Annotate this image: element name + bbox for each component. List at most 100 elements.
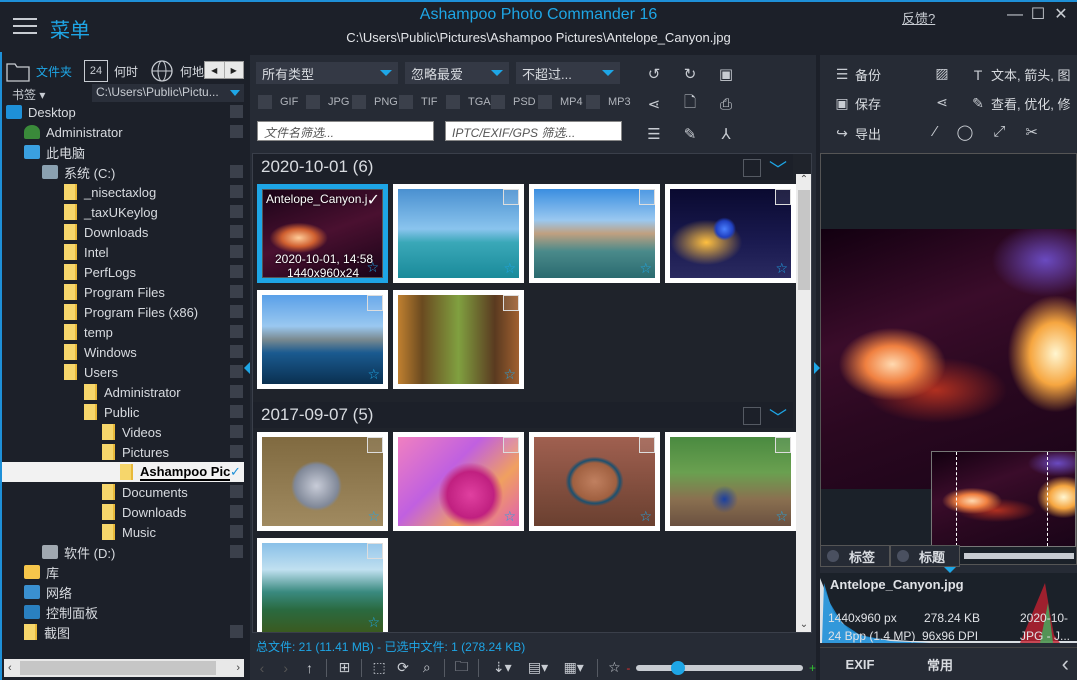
- edit-icon[interactable]: ✎: [679, 123, 701, 145]
- feedback-link[interactable]: 反馈?: [902, 8, 935, 27]
- magic-wand-icon[interactable]: ⁄: [934, 123, 937, 141]
- thumbnail-item[interactable]: ☆: [257, 290, 388, 389]
- rotate-right-icon[interactable]: ↻: [679, 63, 701, 85]
- tree-item[interactable]: Downloads: [2, 222, 244, 242]
- zoom-plus-button[interactable]: +: [809, 661, 816, 675]
- sort-dropdown-icon[interactable]: ⇣▾: [484, 659, 520, 676]
- thumbnail-checkbox[interactable]: [639, 437, 655, 453]
- scroll-left-icon[interactable]: ‹: [8, 662, 12, 674]
- star-icon[interactable]: ☆: [367, 508, 380, 525]
- bookmarks-dropdown[interactable]: 书签 ▾: [12, 86, 45, 103]
- collapse-group-icon[interactable]: ﹀: [769, 156, 787, 182]
- checkbox[interactable]: [586, 95, 600, 109]
- share-icon[interactable]: ⋖: [643, 93, 665, 115]
- tree-item[interactable]: _nisectaxlog: [2, 182, 244, 202]
- tree-item-checkbox[interactable]: [230, 425, 243, 438]
- path-combo[interactable]: C:\Users\Public\Pictu...: [92, 84, 244, 102]
- tree-item[interactable]: 此电脑: [2, 142, 244, 162]
- tree-item[interactable]: Ashampoo Pic ✓: [2, 462, 244, 482]
- tree-item[interactable]: 网络: [2, 582, 244, 602]
- checkbox[interactable]: [491, 95, 505, 109]
- pdf-icon[interactable]: ⅄: [715, 123, 737, 145]
- star-icon[interactable]: ☆: [503, 508, 516, 525]
- up-icon[interactable]: ↑: [298, 660, 322, 676]
- tree-item-checkbox[interactable]: ✓: [230, 465, 243, 478]
- tab-folders[interactable]: 文件夹: [6, 58, 72, 84]
- type-filter-mp4[interactable]: MP4: [538, 95, 583, 109]
- metadata-filter-input[interactable]: IPTC/EXIF/GPS 筛选...: [445, 121, 622, 141]
- new-folder-icon[interactable]: 🗀: [450, 656, 474, 680]
- image-preview[interactable]: [820, 153, 1077, 565]
- view-mode-dropdown-icon[interactable]: ▤▾: [520, 659, 556, 676]
- star-icon[interactable]: ☆: [639, 508, 652, 525]
- checkbox[interactable]: [399, 95, 413, 109]
- tree-item[interactable]: _taxUKeylog: [2, 202, 244, 222]
- scroll-right-icon[interactable]: ›: [236, 662, 240, 674]
- tree-item-checkbox[interactable]: [230, 185, 243, 198]
- checkbox[interactable]: [352, 95, 366, 109]
- tree-item-checkbox[interactable]: [230, 165, 243, 178]
- type-filter-mp3[interactable]: MP3: [586, 95, 631, 109]
- tree-item-checkbox[interactable]: [230, 505, 243, 518]
- tree-item-checkbox[interactable]: [230, 545, 243, 558]
- star-icon[interactable]: ☆: [367, 366, 380, 383]
- type-filter-gif[interactable]: GIF: [258, 95, 298, 109]
- type-filter-jpg[interactable]: JPG: [306, 95, 349, 109]
- tree-horizontal-scrollbar[interactable]: ‹ ›: [4, 659, 244, 677]
- backup-button[interactable]: ☰ 备份: [834, 65, 881, 84]
- tab-title[interactable]: 标题: [890, 545, 960, 567]
- limit-select[interactable]: 不超过...: [516, 62, 620, 84]
- tree-item-checkbox[interactable]: [230, 325, 243, 338]
- thumbnail-item[interactable]: ☆: [529, 184, 660, 283]
- thumbnail-item[interactable]: ☆: [257, 538, 388, 632]
- thumbnail-item[interactable]: ☆: [257, 432, 388, 531]
- tree-item-checkbox[interactable]: [230, 345, 243, 358]
- tree-item-checkbox[interactable]: [230, 485, 243, 498]
- refresh-icon[interactable]: ⟳: [391, 659, 415, 676]
- tree-item[interactable]: Administrator: [2, 382, 244, 402]
- thumbnail-size-slider[interactable]: [636, 660, 803, 675]
- tree-item-checkbox[interactable]: [230, 405, 243, 418]
- star-icon[interactable]: ☆: [367, 614, 380, 631]
- tab-common[interactable]: 常用: [900, 655, 980, 674]
- tab-tags[interactable]: 标签: [820, 545, 890, 567]
- tree-item[interactable]: Pictures: [2, 442, 244, 462]
- scissors-icon[interactable]: ✂: [1025, 123, 1038, 141]
- slider-knob[interactable]: [671, 660, 686, 675]
- checkbox[interactable]: [258, 95, 272, 109]
- star-icon[interactable]: ☆: [503, 260, 516, 277]
- scroll-right-button[interactable]: ▶: [225, 62, 244, 78]
- tree-item[interactable]: Documents: [2, 482, 244, 502]
- thumbnail-checkbox[interactable]: [367, 543, 383, 559]
- tree-item[interactable]: 系统 (C:): [2, 162, 244, 182]
- save-button[interactable]: ▣ 保存: [834, 94, 881, 113]
- tree-item-checkbox[interactable]: [230, 285, 243, 298]
- tree-item[interactable]: Music: [2, 522, 244, 542]
- tree-item-checkbox[interactable]: [230, 225, 243, 238]
- tree-item[interactable]: 截图: [2, 622, 244, 642]
- star-icon[interactable]: ☆: [639, 260, 652, 277]
- print-icon[interactable]: ⎙: [715, 93, 737, 115]
- tree-item-checkbox[interactable]: [230, 365, 243, 378]
- image-edit-button[interactable]: ▨: [934, 65, 950, 82]
- thumbnail-item[interactable]: ☆: [665, 184, 796, 283]
- minimize-button[interactable]: —: [1005, 6, 1025, 24]
- search-icon[interactable]: ⌕: [415, 659, 439, 676]
- tree-item[interactable]: Program Files: [2, 282, 244, 302]
- type-filter-tif[interactable]: TIF: [399, 95, 438, 109]
- thumbnail-checkbox[interactable]: [503, 295, 519, 311]
- filename-filter-input[interactable]: 文件名筛选...: [257, 121, 434, 141]
- zoom-minus-button[interactable]: -: [626, 661, 630, 675]
- text-arrows-button[interactable]: T 文本, 箭头, 图: [970, 65, 1071, 84]
- tree-item-checkbox[interactable]: [230, 625, 243, 638]
- inbox-icon[interactable]: ☰: [643, 123, 665, 145]
- grid-dropdown-icon[interactable]: ▦▾: [556, 659, 592, 676]
- tree-item-checkbox[interactable]: [230, 385, 243, 398]
- close-button[interactable]: ✕: [1051, 6, 1071, 24]
- rotate-left-icon[interactable]: ↺: [643, 63, 665, 85]
- navigator-viewport[interactable]: [956, 452, 1048, 546]
- tree-item[interactable]: Desktop: [2, 102, 244, 122]
- thumbnail-checkbox[interactable]: [639, 189, 655, 205]
- export-button[interactable]: ↪ 导出: [834, 124, 881, 143]
- thumbnail-item[interactable]: ☆: [393, 432, 524, 531]
